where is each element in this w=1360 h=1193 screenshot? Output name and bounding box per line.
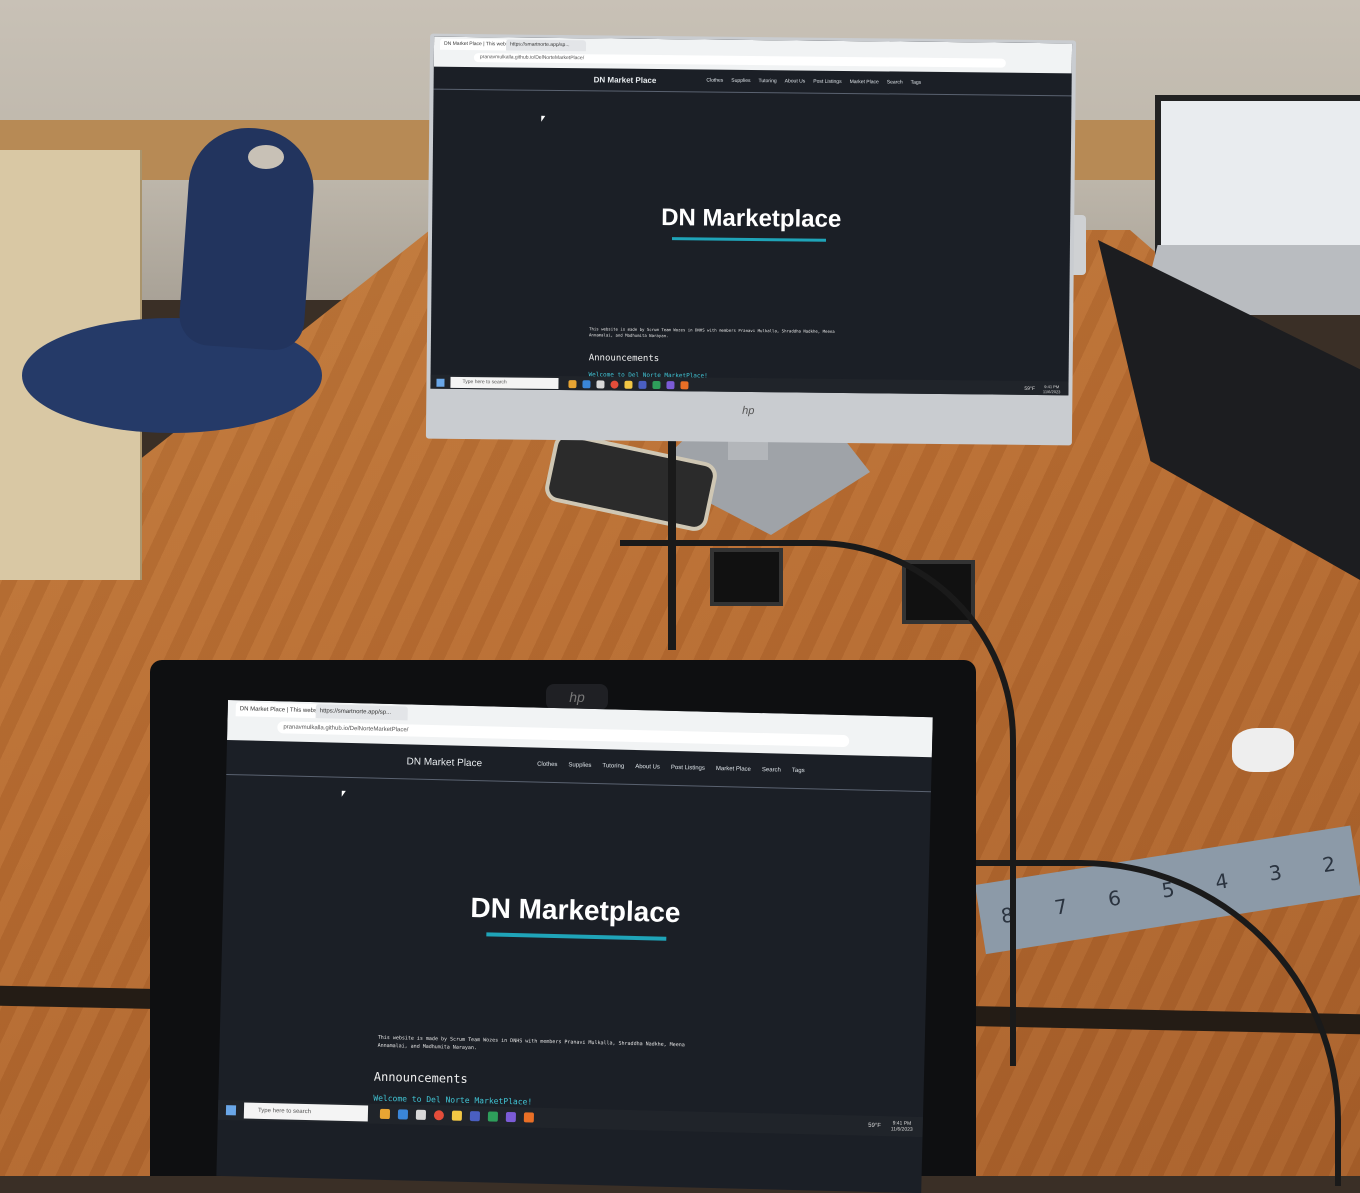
windows-start-icon[interactable] [436,378,445,387]
app-icon[interactable] [624,380,633,389]
monitor: DN Market Place | This website https://s… [425,33,1077,446]
clock-date: 11/6/2023 [1042,388,1061,394]
weather-text[interactable]: 59°F [1024,385,1035,391]
clock[interactable]: 9:41 PM 11/6/2023 [890,1120,913,1133]
laptop-screen: DN Market Place | This website https://s… [216,700,933,1193]
intro-text: This website is made by Scrum Team Wozes… [377,1034,737,1059]
menu-item-supplies[interactable]: Supplies [731,78,750,84]
menu-item-tags[interactable]: Tags [792,768,805,774]
app-icon[interactable] [451,1110,463,1121]
hero-title: DN Marketplace [661,204,842,233]
app-icon[interactable] [523,1112,535,1123]
windows-start-icon[interactable] [225,1105,237,1116]
menu-item-about-us[interactable]: About Us [635,764,660,771]
menu-item-clothes[interactable]: Clothes [537,762,557,768]
intro-text: This website is made by Scrum Team Wozes… [589,326,889,341]
menu-item-tags[interactable]: Tags [911,80,922,86]
chrome-icon[interactable] [610,380,619,389]
app-icon[interactable] [505,1111,517,1123]
menu-item-market-place[interactable]: Market Place [850,79,879,85]
announcements-heading: Announcements [373,1069,468,1086]
app-icon[interactable] [582,379,591,388]
site-menu: Clothes Supplies Tutoring About Us Post … [706,78,921,86]
hp-logo: hp [742,404,755,418]
taskbar: Type here to search 59°F 9:41 PM 11/6/20… [430,374,1069,396]
browser-tab[interactable]: https://smartnorte.app/sp... [505,39,587,52]
menu-item-post-listings[interactable]: Post Listings [813,79,841,85]
app-icon[interactable] [397,1109,409,1120]
chair-handle-hole [248,145,284,169]
app-icon[interactable] [487,1111,499,1122]
app-icon[interactable] [652,380,661,389]
menu-item-market-place[interactable]: Market Place [716,766,751,773]
taskbar: Type here to search 59°F 9:41 PM 11/6/20… [217,1099,924,1138]
site-menu: Clothes Supplies Tutoring About Us Post … [537,762,805,775]
hp-logo: hp [569,689,585,705]
menu-item-tutoring[interactable]: Tutoring [758,78,776,84]
announcements-heading: Announcements [588,353,660,365]
taskbar-search[interactable]: Type here to search [450,376,559,389]
browser-tab[interactable]: https://smartnorte.app/sp... [315,704,408,721]
app-icon[interactable] [680,380,689,389]
clock[interactable]: 9:41 PM 11/6/2023 [1043,384,1061,394]
menu-item-search[interactable]: Search [887,79,903,85]
menu-item-tutoring[interactable]: Tutoring [602,763,624,770]
taskbar-search[interactable]: Type here to search [243,1102,369,1122]
crumpled-paper [1232,728,1294,772]
taskbar-apps [379,1108,535,1123]
app-icon[interactable] [638,380,647,389]
menu-item-post-listings[interactable]: Post Listings [671,765,705,772]
chrome-icon[interactable] [433,1110,445,1121]
hero-underline [486,932,667,941]
monitor-screen: DN Market Place | This website https://s… [430,36,1073,396]
site-brand[interactable]: DN Market Place [594,75,657,85]
menu-item-search[interactable]: Search [762,767,781,773]
app-icon[interactable] [379,1108,391,1120]
menu-item-clothes[interactable]: Clothes [706,78,723,84]
browser-tab[interactable]: DN Market Place | This website [235,702,318,719]
webcam-bar: hp [546,684,608,710]
address-bar[interactable]: pranavmulkalla.github.io/DelNorteMarketP… [473,53,1006,68]
clock-time: 9:41 PM [1044,383,1060,389]
app-icon[interactable] [568,379,577,388]
app-icon[interactable] [666,380,675,389]
taskbar-apps [568,379,689,389]
site-brand[interactable]: DN Market Place [406,756,482,769]
app-icon[interactable] [596,379,605,388]
hero-title: DN Marketplace [470,891,681,929]
browser-tab[interactable]: DN Market Place | This website [439,38,509,51]
background-laptop-screen [1155,95,1360,257]
menu-item-about-us[interactable]: About Us [785,78,806,84]
app-icon[interactable] [469,1111,481,1122]
menu-item-supplies[interactable]: Supplies [568,762,591,769]
hero-underline [671,237,827,242]
app-icon[interactable] [415,1109,427,1120]
clock-date: 11/6/2023 [890,1126,913,1133]
weather-text[interactable]: 59°F [868,1123,881,1129]
mouse-cursor [541,115,546,122]
laptop: hp DN Market Place | This website https:… [150,660,976,1193]
mouse-cursor [341,790,346,797]
